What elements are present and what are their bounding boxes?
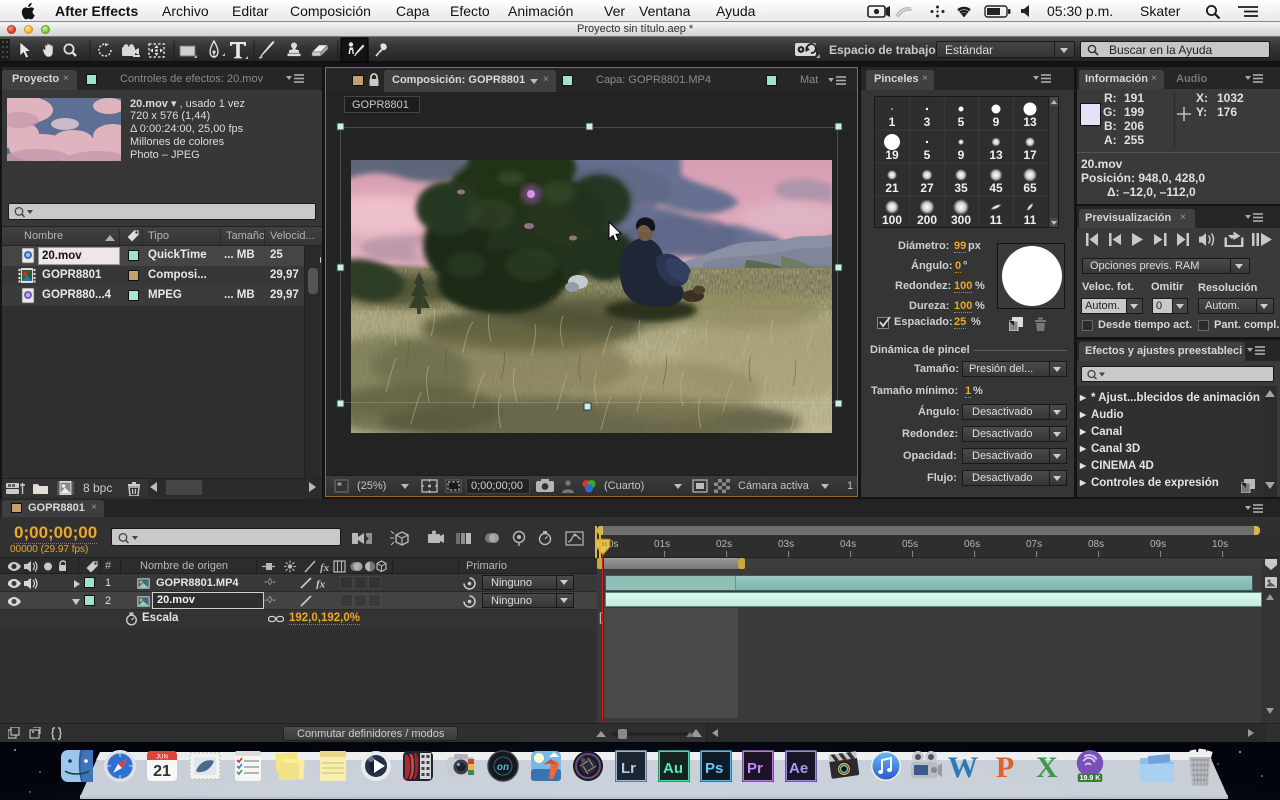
svg-text:P: P [996, 751, 1014, 784]
svg-text:Ps: Ps [705, 760, 723, 777]
svg-text:1: 1 [889, 115, 896, 129]
svg-text:45: 45 [989, 181, 1003, 195]
svg-text:35: 35 [954, 181, 968, 195]
svg-text:11: 11 [990, 213, 1003, 227]
svg-text:W: W [948, 751, 978, 784]
svg-text:on: on [497, 762, 509, 773]
svg-text:Lr: Lr [621, 760, 636, 777]
svg-text:65: 65 [1023, 181, 1037, 195]
svg-text:5: 5 [958, 115, 965, 129]
svg-text:21: 21 [153, 763, 171, 780]
svg-text:X: X [1036, 751, 1058, 784]
svg-text:27: 27 [920, 181, 934, 195]
svg-text:Pr: Pr [747, 760, 763, 777]
svg-text:200: 200 [917, 213, 937, 227]
svg-text:fx: fx [320, 562, 330, 573]
svg-text:19: 19 [885, 148, 899, 162]
svg-text:21: 21 [885, 181, 899, 195]
svg-text:3: 3 [924, 115, 931, 129]
svg-text:13: 13 [1023, 115, 1037, 129]
svg-text:9: 9 [993, 115, 1000, 129]
svg-text:11: 11 [1024, 213, 1037, 227]
svg-text:13: 13 [989, 148, 1003, 162]
svg-text:JUN: JUN [156, 755, 168, 761]
svg-text:fx: fx [316, 579, 326, 590]
svg-text:Au: Au [663, 760, 683, 777]
svg-text:300: 300 [951, 213, 971, 227]
svg-text:5: 5 [924, 148, 931, 162]
svg-text:19.9 K: 19.9 K [1080, 774, 1102, 782]
svg-text:100: 100 [882, 213, 902, 227]
svg-text:Ae: Ae [789, 760, 808, 777]
svg-text:17: 17 [1023, 148, 1037, 162]
svg-text:9: 9 [958, 148, 965, 162]
